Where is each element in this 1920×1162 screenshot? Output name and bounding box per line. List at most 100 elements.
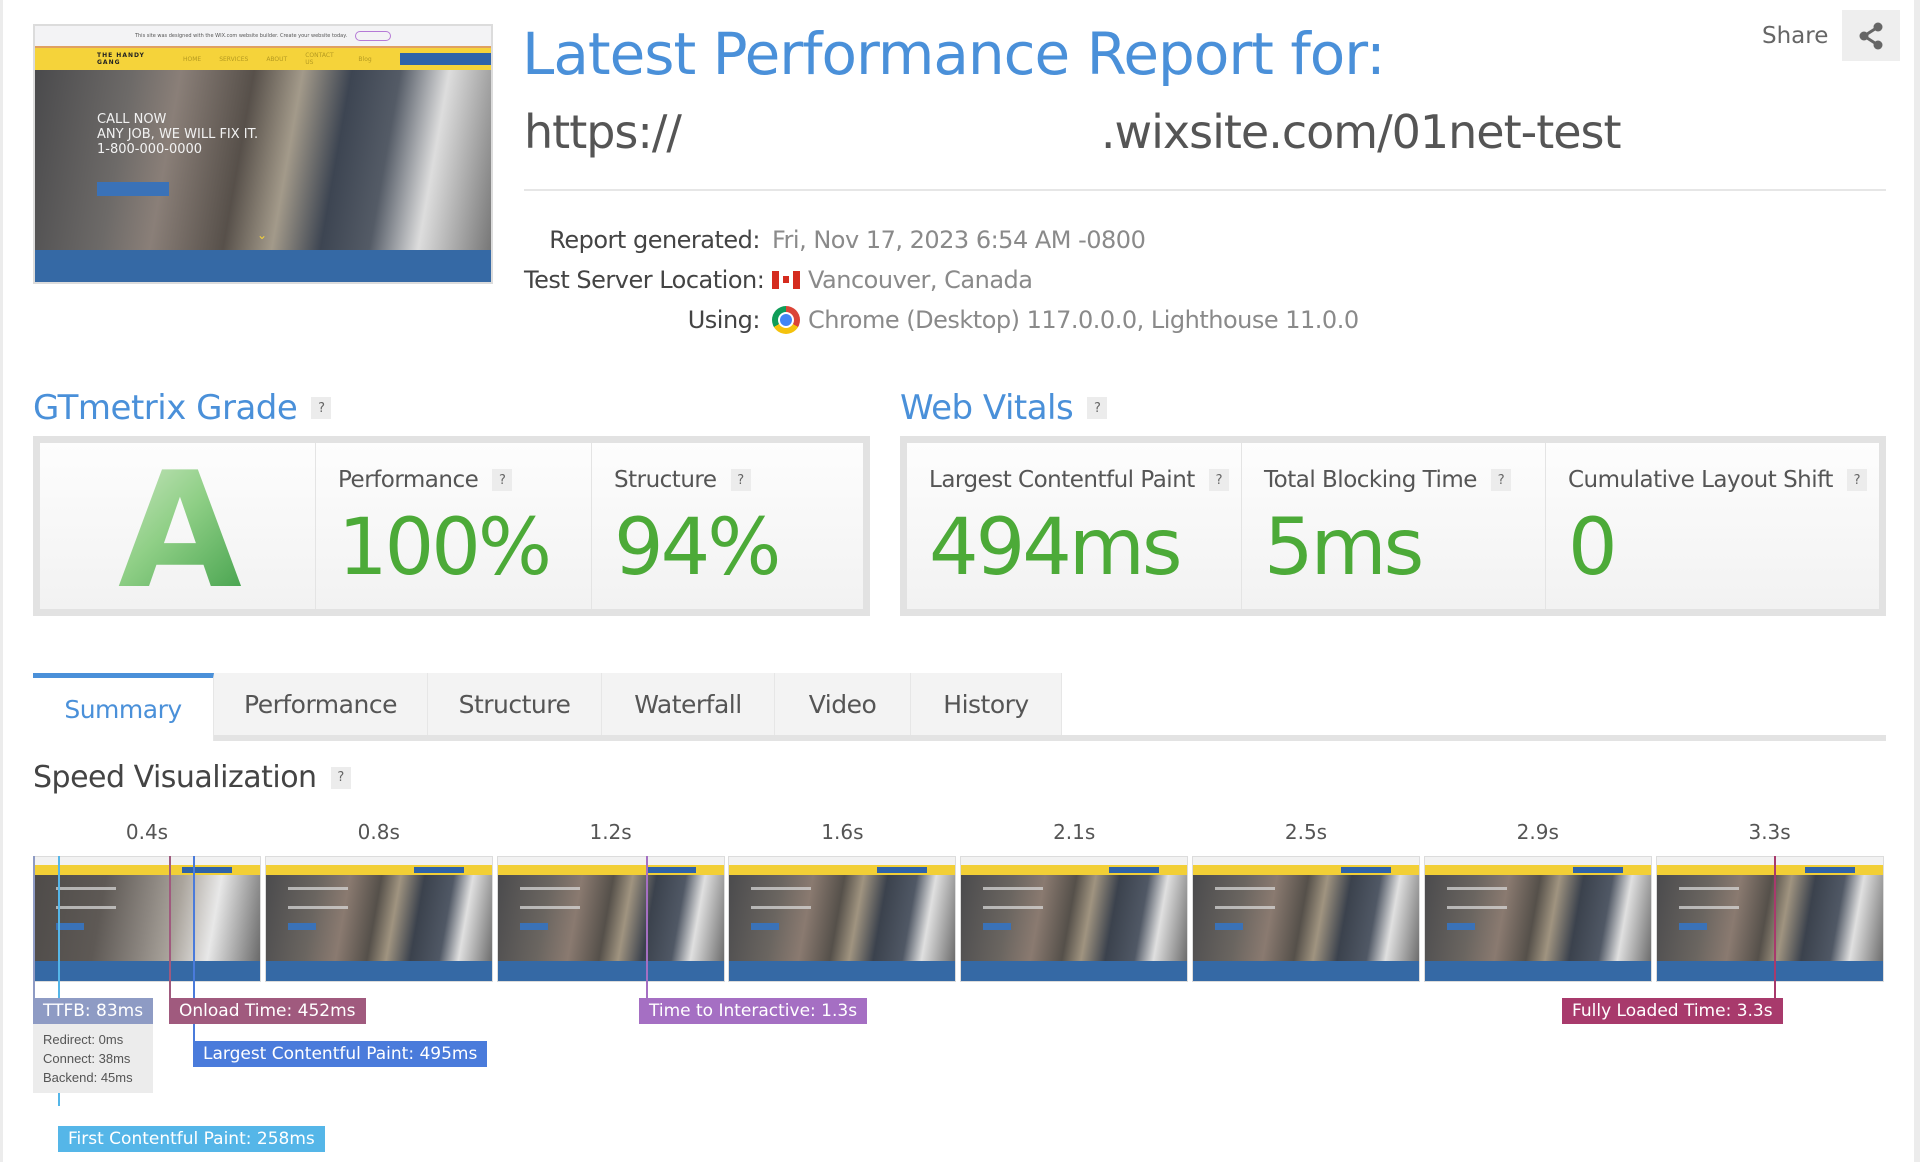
thumbnail-cta xyxy=(97,182,169,196)
left-edge xyxy=(0,0,3,1162)
tab-structure[interactable]: Structure xyxy=(428,673,602,735)
tbt-label: Total Blocking Time? xyxy=(1264,467,1511,493)
fully-loaded-marker[interactable]: Fully Loaded Time: 3.3s xyxy=(1562,998,1783,1024)
web-vitals-title: Web Vitals xyxy=(900,388,1074,428)
tab-history[interactable]: History xyxy=(911,673,1062,735)
label-text: Cumulative Layout Shift xyxy=(1568,467,1833,493)
tbt-cell: Total Blocking Time? 5ms xyxy=(1242,443,1546,609)
info-value: Chrome (Desktop) 117.0.0.0, Lighthouse 1… xyxy=(772,306,1359,334)
onload-line xyxy=(169,856,171,998)
tti-line xyxy=(646,856,648,998)
thumbnail-nav-item: HOME xyxy=(183,55,202,63)
share-control[interactable]: Share xyxy=(1762,10,1901,61)
cls-cell: Cumulative Layout Shift? 0 xyxy=(1546,443,1879,609)
filmstrip-frame[interactable] xyxy=(1423,856,1652,982)
filmstrip-frame[interactable] xyxy=(1655,856,1884,982)
wix-banner-text: This site was designed with the WIX.com … xyxy=(134,33,348,39)
filmstrip-frame[interactable] xyxy=(1192,856,1420,982)
tab-summary[interactable]: Summary xyxy=(33,673,214,741)
filmstrip-frame[interactable] xyxy=(960,856,1189,982)
filmstrip-frame[interactable] xyxy=(264,856,493,982)
share-icon xyxy=(1859,22,1883,49)
frame-time-label: 3.3s xyxy=(1748,820,1791,844)
filmstrip-frame[interactable] xyxy=(33,856,261,982)
info-value: Fri, Nov 17, 2023 6:54 AM -0800 xyxy=(772,226,1146,254)
performance-score-value: 100% xyxy=(338,503,552,593)
lcp-cell: Largest Contentful Paint? 494ms xyxy=(907,443,1242,609)
cls-label: Cumulative Layout Shift? xyxy=(1568,467,1867,493)
thumbnail-nav: THE HANDY GANG HOME SERVICES ABOUT CONTA… xyxy=(35,48,491,70)
thumbnail-brand: THE HANDY GANG xyxy=(97,52,145,66)
ttfb-breakdown-item: Redirect: 0ms xyxy=(43,1032,124,1047)
info-using: Using: Chrome (Desktop) 117.0.0.0, Light… xyxy=(524,300,1359,340)
help-icon[interactable]: ? xyxy=(730,469,751,491)
ttfb-breakdown-item: Backend: 45ms xyxy=(43,1070,133,1085)
tbt-value: 5ms xyxy=(1264,503,1424,593)
help-icon[interactable]: ? xyxy=(1846,469,1867,491)
fully-loaded-line xyxy=(1774,856,1776,998)
frame-time-label: 0.4s xyxy=(125,820,169,844)
info-label: Report generated: xyxy=(549,226,760,254)
help-icon[interactable]: ? xyxy=(330,766,351,789)
info-report-generated: Report generated: Fri, Nov 17, 2023 6:54… xyxy=(524,220,1359,260)
filmstrip-frame[interactable] xyxy=(728,856,957,982)
browser-info: Chrome (Desktop) 117.0.0.0, Lighthouse 1… xyxy=(808,306,1359,334)
onload-marker[interactable]: Onload Time: 452ms xyxy=(169,998,366,1024)
page-scrollbar[interactable] xyxy=(1914,0,1920,1162)
frame-time-label: 1.6s xyxy=(821,820,864,844)
help-icon[interactable]: ? xyxy=(1087,397,1108,419)
speed-visualization-heading: Speed Visualization ? xyxy=(33,760,351,795)
tab-performance[interactable]: Performance xyxy=(214,673,428,735)
info-value: Vancouver, Canada xyxy=(772,266,1033,294)
report-url[interactable]: https:// .wixsite.com/01net-test xyxy=(524,105,1622,159)
help-icon[interactable]: ? xyxy=(1490,469,1511,491)
label-text: Structure xyxy=(614,467,717,493)
report-info: Report generated: Fri, Nov 17, 2023 6:54… xyxy=(524,220,1359,340)
filmstrip: 0.4s 0.8s 1.2s 1.6s 2.1s 2.5s 2.9s 3.3s TTFB: 83… xyxy=(33,820,1886,1162)
chevron-down-icon: ⌄ xyxy=(257,228,268,242)
url-suffix: .wixsite.com/01net-test xyxy=(1100,105,1622,159)
chrome-icon xyxy=(772,306,800,334)
share-button[interactable] xyxy=(1842,10,1901,61)
grade-letter-cell: A xyxy=(40,443,316,611)
speed-visualization-title: Speed Visualization xyxy=(33,760,317,795)
info-label: Test Server Location: xyxy=(524,266,765,294)
structure-score-value: 94% xyxy=(614,503,781,593)
thumbnail-hero: CALL NOW ANY JOB, WE WILL FIX IT. 1-800-… xyxy=(35,70,491,250)
ttfb-marker[interactable]: TTFB: 83ms xyxy=(33,998,154,1024)
performance-score-label: Performance? xyxy=(338,467,513,493)
web-vitals-heading: Web Vitals ? xyxy=(900,388,1108,428)
web-vitals-panel: Largest Contentful Paint? 494ms Total Bl… xyxy=(900,436,1886,616)
thumbnail-nav-item: CONTACT US xyxy=(305,52,334,66)
lcp-label: Largest Contentful Paint? xyxy=(929,467,1229,493)
help-icon[interactable]: ? xyxy=(1208,469,1229,491)
report-date: Fri, Nov 17, 2023 6:54 AM -0800 xyxy=(772,226,1146,254)
help-icon[interactable]: ? xyxy=(492,469,513,491)
gtmetrix-grade-heading: GTmetrix Grade ? xyxy=(33,388,332,428)
structure-score-label: Structure? xyxy=(614,467,751,493)
lcp-value: 494ms xyxy=(929,503,1182,593)
header-divider xyxy=(524,189,1886,191)
hero-line: ANY JOB, WE WILL FIX IT. xyxy=(97,127,259,142)
frame-time-label: 0.8s xyxy=(357,820,400,844)
filmstrip-frame[interactable] xyxy=(496,856,725,982)
frame-time-label: 2.1s xyxy=(1053,820,1096,844)
label-text: Total Blocking Time xyxy=(1264,467,1477,493)
hero-line: 1-800-000-0000 xyxy=(97,142,203,157)
grade-panel: A Performance? 100% Structure? 94% xyxy=(33,436,870,616)
server-location: Vancouver, Canada xyxy=(808,266,1033,294)
thumbnail-footer xyxy=(35,250,491,282)
tti-marker[interactable]: Time to Interactive: 1.3s xyxy=(639,998,868,1024)
thumbnail-nav-item: SERVICES xyxy=(219,55,249,63)
wix-start-button xyxy=(355,31,392,41)
fcp-marker[interactable]: First Contentful Paint: 258ms xyxy=(58,1126,325,1152)
help-icon[interactable]: ? xyxy=(311,397,332,419)
tab-video[interactable]: Video xyxy=(775,673,911,735)
lcp-marker[interactable]: Largest Contentful Paint: 495ms xyxy=(193,1041,488,1067)
structure-score-cell: Structure? 94% xyxy=(592,443,863,609)
thumbnail-nav-item: ABOUT xyxy=(266,55,288,63)
ttfb-line xyxy=(33,856,35,998)
tab-waterfall[interactable]: Waterfall xyxy=(602,673,775,735)
page-screenshot-thumbnail[interactable]: This site was designed with the WIX.com … xyxy=(33,24,493,284)
info-server-location: Test Server Location: Vancouver, Canada xyxy=(524,260,1359,300)
